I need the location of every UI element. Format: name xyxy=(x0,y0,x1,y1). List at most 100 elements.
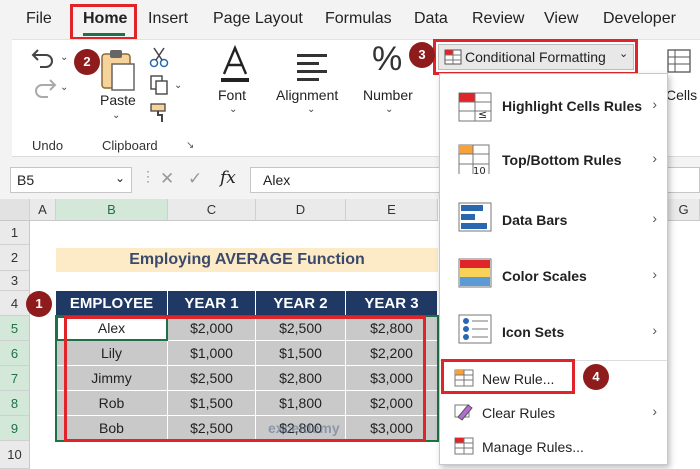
menu-insert[interactable]: Insert xyxy=(148,10,188,28)
clear-rules-eraser-icon xyxy=(454,404,473,421)
menu-clear-rules[interactable]: Clear Rules › xyxy=(440,398,667,428)
row-header-9[interactable]: 9 xyxy=(0,416,30,441)
undo-icon[interactable] xyxy=(30,44,58,72)
header-year-2: YEAR 2 xyxy=(256,291,346,316)
row-header-6[interactable]: 6 xyxy=(0,341,30,366)
row-header-3[interactable]: 3 xyxy=(0,271,30,291)
menu-icon-sets[interactable]: Icon Sets › xyxy=(440,306,667,356)
header-year-3: YEAR 3 xyxy=(346,291,438,316)
confirm-entry-icon[interactable]: ✓ xyxy=(188,169,202,189)
top-bottom-submenu-arrow-icon: › xyxy=(652,150,657,166)
number-label[interactable]: Number xyxy=(363,87,413,103)
cancel-entry-icon[interactable]: ✕ xyxy=(160,169,174,189)
menu-top-bottom-rules[interactable]: 10 Top/Bottom Rules › xyxy=(440,138,667,188)
insert-function-fx-icon[interactable]: fx xyxy=(220,168,236,188)
row-header-2[interactable]: 2 xyxy=(0,245,30,271)
row-header-5[interactable]: 5 xyxy=(0,316,30,341)
name-box-value: B5 xyxy=(17,172,35,188)
paste-dropdown-chevron-icon[interactable]: ⌄ xyxy=(112,110,120,121)
top-bottom-rules-icon: 10 xyxy=(458,144,490,174)
font-dropdown-chevron-icon[interactable]: ⌄ xyxy=(229,104,237,115)
column-header-d[interactable]: D xyxy=(256,199,346,221)
menu-manage-rules[interactable]: Manage Rules... xyxy=(440,432,667,462)
menu-data[interactable]: Data xyxy=(414,10,448,28)
menu-file[interactable]: File xyxy=(26,10,52,28)
color-scales-label: Color Scales xyxy=(502,268,587,284)
percent-number-icon[interactable]: % xyxy=(372,40,402,79)
icon-sets-icon xyxy=(458,314,492,344)
data-bars-icon xyxy=(458,202,492,232)
menu-color-scales[interactable]: Color Scales › xyxy=(440,250,667,300)
top-bottom-rules-label: Top/Bottom Rules xyxy=(502,152,622,168)
number-dropdown-chevron-icon[interactable]: ⌄ xyxy=(385,104,393,115)
formula-input-value: Alex xyxy=(263,172,291,188)
redo-dropdown-chevron-icon[interactable]: ⌄ xyxy=(60,82,68,93)
new-rule-highlight-box xyxy=(441,359,575,394)
highlight-cells-submenu-arrow-icon: › xyxy=(652,96,657,112)
clipboard-dialog-launcher-icon[interactable]: ↘ xyxy=(186,140,194,151)
header-year-1: YEAR 1 xyxy=(168,291,256,316)
manage-rules-label: Manage Rules... xyxy=(482,439,584,455)
alignment-label[interactable]: Alignment xyxy=(276,87,338,103)
menu-page-layout[interactable]: Page Layout xyxy=(213,10,303,28)
menu-formulas[interactable]: Formulas xyxy=(325,10,392,28)
cells-icon[interactable] xyxy=(666,48,692,76)
paste-clipboard-icon[interactable] xyxy=(98,48,138,92)
cf-highlight-box xyxy=(433,39,638,75)
menu-highlight-cells-rules[interactable]: ≤ Highlight Cells Rules › xyxy=(440,84,667,134)
data-bars-label: Data Bars xyxy=(502,212,568,228)
column-header-b[interactable]: B xyxy=(56,199,168,221)
name-box-chevron-icon[interactable]: ⌄ xyxy=(115,171,125,185)
menu-view[interactable]: View xyxy=(544,10,578,28)
svg-text:10: 10 xyxy=(473,166,486,174)
step-marker-2: 2 xyxy=(74,49,100,75)
svg-text:≤: ≤ xyxy=(478,108,487,121)
paste-label[interactable]: Paste xyxy=(100,92,136,108)
color-scales-icon xyxy=(458,258,492,288)
row-header-7[interactable]: 7 xyxy=(0,366,30,391)
redo-icon[interactable] xyxy=(30,74,58,102)
cells-label[interactable]: Cells xyxy=(666,87,697,103)
row-header-10[interactable]: 10 xyxy=(0,441,30,469)
table-title: Employing AVERAGE Function xyxy=(56,248,438,272)
font-label[interactable]: Font xyxy=(218,87,246,103)
format-painter-brush-icon[interactable] xyxy=(148,102,170,124)
clear-rules-label: Clear Rules xyxy=(482,405,556,421)
column-header-g[interactable]: G xyxy=(668,199,700,221)
column-header-e[interactable]: E xyxy=(346,199,438,221)
cut-scissors-icon[interactable] xyxy=(148,46,170,68)
color-scales-submenu-arrow-icon: › xyxy=(652,266,657,282)
home-highlight-box xyxy=(70,4,137,40)
step-marker-1: 1 xyxy=(26,291,52,317)
clipboard-group-label: Clipboard xyxy=(102,138,158,153)
exceldemy-watermark-logo: exceldemy xyxy=(268,420,340,436)
data-bars-submenu-arrow-icon: › xyxy=(652,210,657,226)
name-box[interactable]: B5 ⌄ xyxy=(10,167,132,193)
icon-sets-submenu-arrow-icon: › xyxy=(652,322,657,338)
formula-bar-grip-icon: ⋮ xyxy=(141,168,155,184)
undo-group-label: Undo xyxy=(32,138,64,153)
menu-review[interactable]: Review xyxy=(472,10,524,28)
column-header-c[interactable]: C xyxy=(168,199,256,221)
copy-dropdown-chevron-icon[interactable]: ⌄ xyxy=(174,80,182,91)
data-range-highlight-box xyxy=(64,316,426,442)
step-marker-4: 4 xyxy=(583,364,609,390)
row-header-8[interactable]: 8 xyxy=(0,391,30,416)
font-icon[interactable] xyxy=(218,44,252,84)
row-header-1[interactable]: 1 xyxy=(0,221,30,245)
highlight-cells-rules-icon: ≤ xyxy=(458,92,492,122)
menu-developer[interactable]: Developer xyxy=(603,10,676,28)
menu-data-bars[interactable]: Data Bars › xyxy=(440,194,667,244)
column-header-a[interactable]: A xyxy=(30,199,56,221)
manage-rules-icon xyxy=(454,437,474,455)
alignment-dropdown-chevron-icon[interactable]: ⌄ xyxy=(307,104,315,115)
icon-sets-label: Icon Sets xyxy=(502,324,565,340)
conditional-formatting-menu: ≤ Highlight Cells Rules › 10 Top/Bottom … xyxy=(439,73,668,465)
copy-icon[interactable] xyxy=(148,74,170,96)
clear-rules-submenu-arrow-icon: › xyxy=(652,403,657,419)
header-employee: EMPLOYEE xyxy=(56,291,168,316)
alignment-icon[interactable] xyxy=(295,52,329,82)
undo-dropdown-chevron-icon[interactable]: ⌄ xyxy=(60,52,68,63)
step-marker-3: 3 xyxy=(409,42,435,68)
select-all-corner[interactable] xyxy=(0,199,30,221)
